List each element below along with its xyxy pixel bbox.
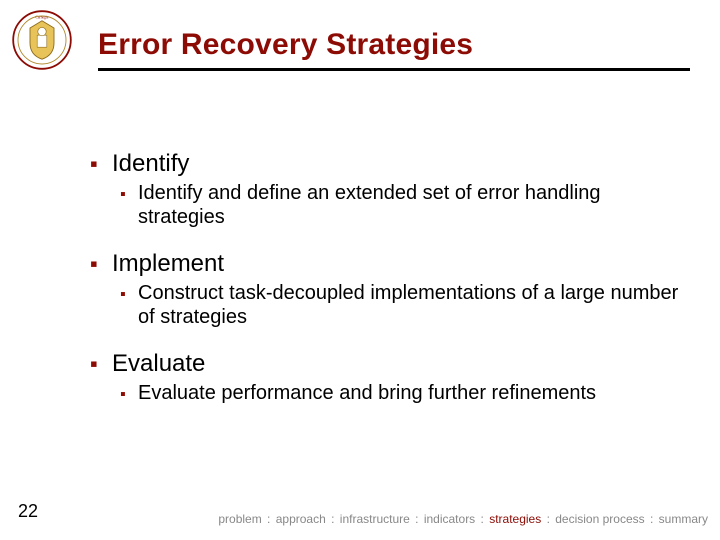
breadcrumb-item: problem (218, 512, 261, 526)
item-sub: Evaluate performance and bring further r… (138, 381, 596, 405)
item-label: Implement (112, 250, 224, 278)
page-number: 22 (18, 501, 38, 522)
list-item: ▪ Evaluate ▪ Evaluate performance and br… (90, 350, 680, 405)
list-item: ▪ Identify ▪ Identify and define an exte… (90, 150, 680, 230)
slide: Carnegie Error Recovery Strategies ▪ Ide… (0, 0, 720, 540)
item-label: Identify (112, 150, 189, 178)
breadcrumb-separator: : (645, 512, 659, 526)
breadcrumb-item: indicators (424, 512, 475, 526)
breadcrumb-item: approach (276, 512, 326, 526)
title-underline (98, 68, 690, 71)
breadcrumb-item: infrastructure (340, 512, 410, 526)
breadcrumb-item: summary (659, 512, 708, 526)
breadcrumb-item: decision process (555, 512, 644, 526)
bullet-icon: ▪ (120, 387, 138, 403)
breadcrumb-separator: : (475, 512, 489, 526)
university-seal-icon: Carnegie (12, 10, 72, 70)
content-area: ▪ Identify ▪ Identify and define an exte… (90, 150, 680, 425)
svg-text:Carnegie: Carnegie (36, 15, 49, 19)
bullet-icon: ▪ (90, 253, 112, 275)
item-label: Evaluate (112, 350, 205, 378)
list-item: ▪ Implement ▪ Construct task-decoupled i… (90, 250, 680, 330)
slide-title: Error Recovery Strategies (98, 28, 690, 62)
breadcrumb-separator: : (410, 512, 424, 526)
item-sub: Construct task-decoupled implementations… (138, 281, 680, 330)
bullet-icon: ▪ (90, 353, 112, 375)
bullet-icon: ▪ (90, 153, 112, 175)
breadcrumb-separator: : (541, 512, 555, 526)
breadcrumb: problem : approach : infrastructure : in… (218, 512, 708, 526)
title-block: Error Recovery Strategies (98, 28, 690, 71)
item-sub: Identify and define an extended set of e… (138, 181, 680, 230)
bullet-icon: ▪ (120, 187, 138, 203)
bullet-icon: ▪ (120, 287, 138, 303)
breadcrumb-item: strategies (489, 512, 541, 526)
breadcrumb-separator: : (262, 512, 276, 526)
breadcrumb-separator: : (326, 512, 340, 526)
